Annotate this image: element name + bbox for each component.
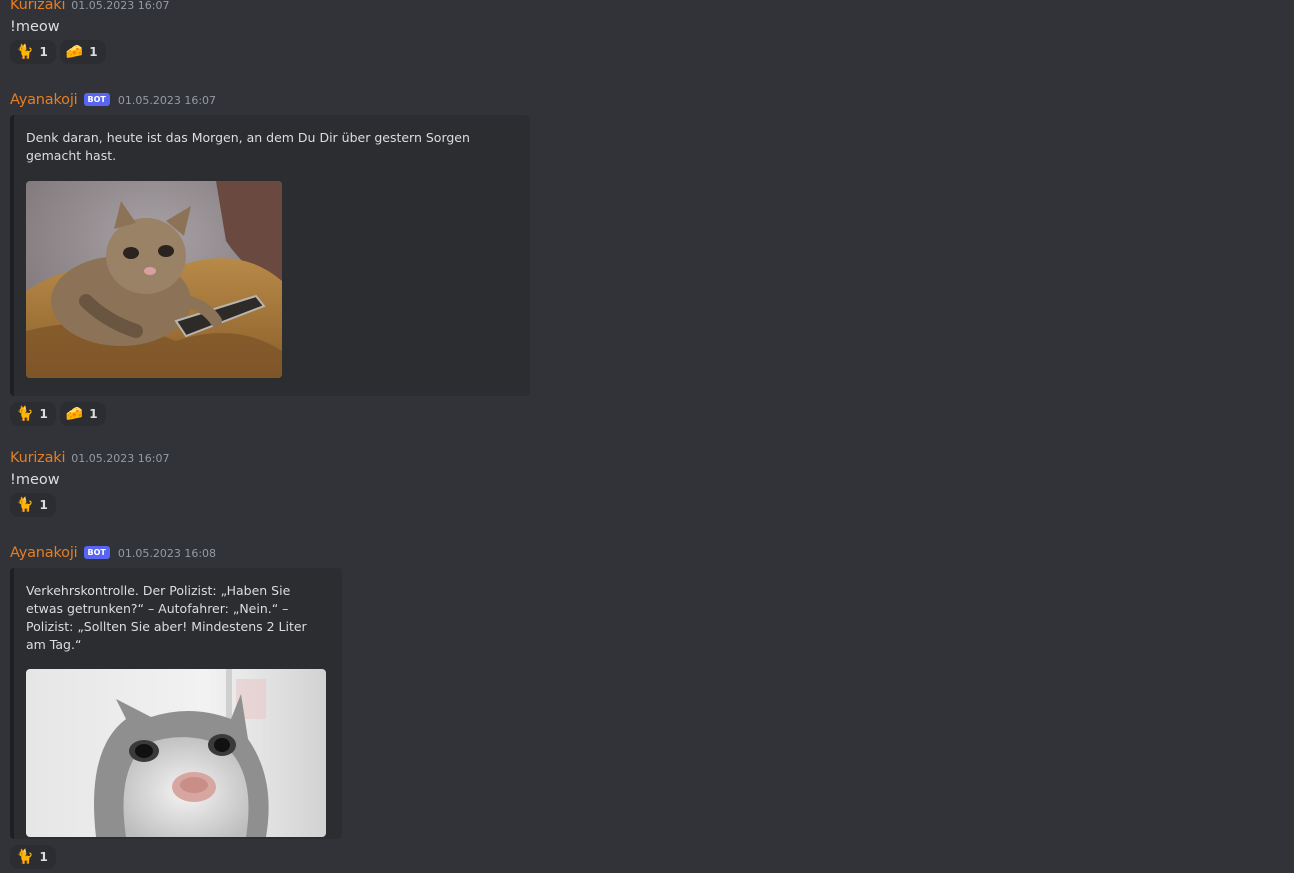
staring-cat-image	[26, 669, 326, 837]
message-header: Kurizaki 01.05.2023 16:07	[10, 449, 169, 467]
message-4: Ayanakoji BOT 01.05.2023 16:08 Verkehrsk…	[10, 544, 342, 869]
reaction-count: 1	[39, 498, 48, 512]
reaction-cat[interactable]: 🐈 1	[10, 402, 56, 426]
timestamp: 01.05.2023 16:07	[117, 93, 217, 107]
reaction-count: 1	[89, 407, 98, 421]
author-name[interactable]: Ayanakoji	[10, 545, 78, 561]
reaction-bar: 🐈 1 🧀 1	[10, 402, 530, 426]
embed: Verkehrskontrolle. Der Polizist: „Haben …	[10, 568, 342, 839]
message-header: Ayanakoji BOT 01.05.2023 16:07	[10, 91, 530, 109]
crying-cat-image	[26, 181, 282, 378]
message-text: !meow	[10, 19, 60, 35]
reaction-count: 1	[89, 45, 98, 59]
cheese-emoji-icon: 🧀	[65, 44, 84, 60]
author-name[interactable]: Kurizaki	[10, 0, 65, 13]
timestamp: 01.05.2023 16:07	[71, 0, 170, 12]
reaction-cheese[interactable]: 🧀 1	[59, 40, 106, 64]
reaction-bar: 🐈 1	[10, 493, 169, 517]
reaction-cat[interactable]: 🐈 1	[10, 40, 56, 64]
reaction-count: 1	[39, 45, 48, 59]
embed-image[interactable]	[26, 669, 326, 837]
cat-emoji-icon: 🐈	[16, 497, 34, 513]
timestamp: 01.05.2023 16:08	[117, 546, 217, 560]
author-name[interactable]: Kurizaki	[10, 450, 65, 466]
embed: Denk daran, heute ist das Morgen, an dem…	[10, 115, 530, 396]
embed-image[interactable]	[26, 181, 282, 378]
author-name[interactable]: Ayanakoji	[10, 92, 78, 108]
reaction-count: 1	[39, 850, 48, 864]
reaction-bar: 🐈 1	[10, 845, 342, 869]
message-text: !meow	[10, 472, 60, 488]
timestamp: 01.05.2023 16:07	[71, 451, 170, 465]
message-header: Kurizaki 01.05.2023 16:07	[10, 0, 169, 14]
reaction-bar: 🐈 1 🧀 1	[10, 40, 169, 64]
bot-badge: BOT	[83, 545, 110, 559]
message-3: Kurizaki 01.05.2023 16:07 !meow 🐈 1	[10, 449, 169, 517]
cat-emoji-icon: 🐈	[16, 849, 34, 865]
message-2: Ayanakoji BOT 01.05.2023 16:07 Denk dara…	[10, 91, 530, 426]
cheese-emoji-icon: 🧀	[65, 406, 84, 422]
reaction-count: 1	[39, 407, 48, 421]
embed-description: Denk daran, heute ist das Morgen, an dem…	[26, 130, 470, 163]
message-header: Ayanakoji BOT 01.05.2023 16:08	[10, 544, 342, 562]
reaction-cat[interactable]: 🐈 1	[10, 493, 56, 517]
embed-description: Verkehrskontrolle. Der Polizist: „Haben …	[26, 583, 307, 652]
message-1: Kurizaki 01.05.2023 16:07 !meow 🐈 1 🧀 1	[10, 0, 169, 64]
reaction-cat[interactable]: 🐈 1	[10, 845, 56, 869]
cat-emoji-icon: 🐈	[16, 406, 34, 422]
cat-emoji-icon: 🐈	[16, 44, 34, 60]
reaction-cheese[interactable]: 🧀 1	[59, 402, 106, 426]
bot-badge: BOT	[83, 92, 110, 106]
